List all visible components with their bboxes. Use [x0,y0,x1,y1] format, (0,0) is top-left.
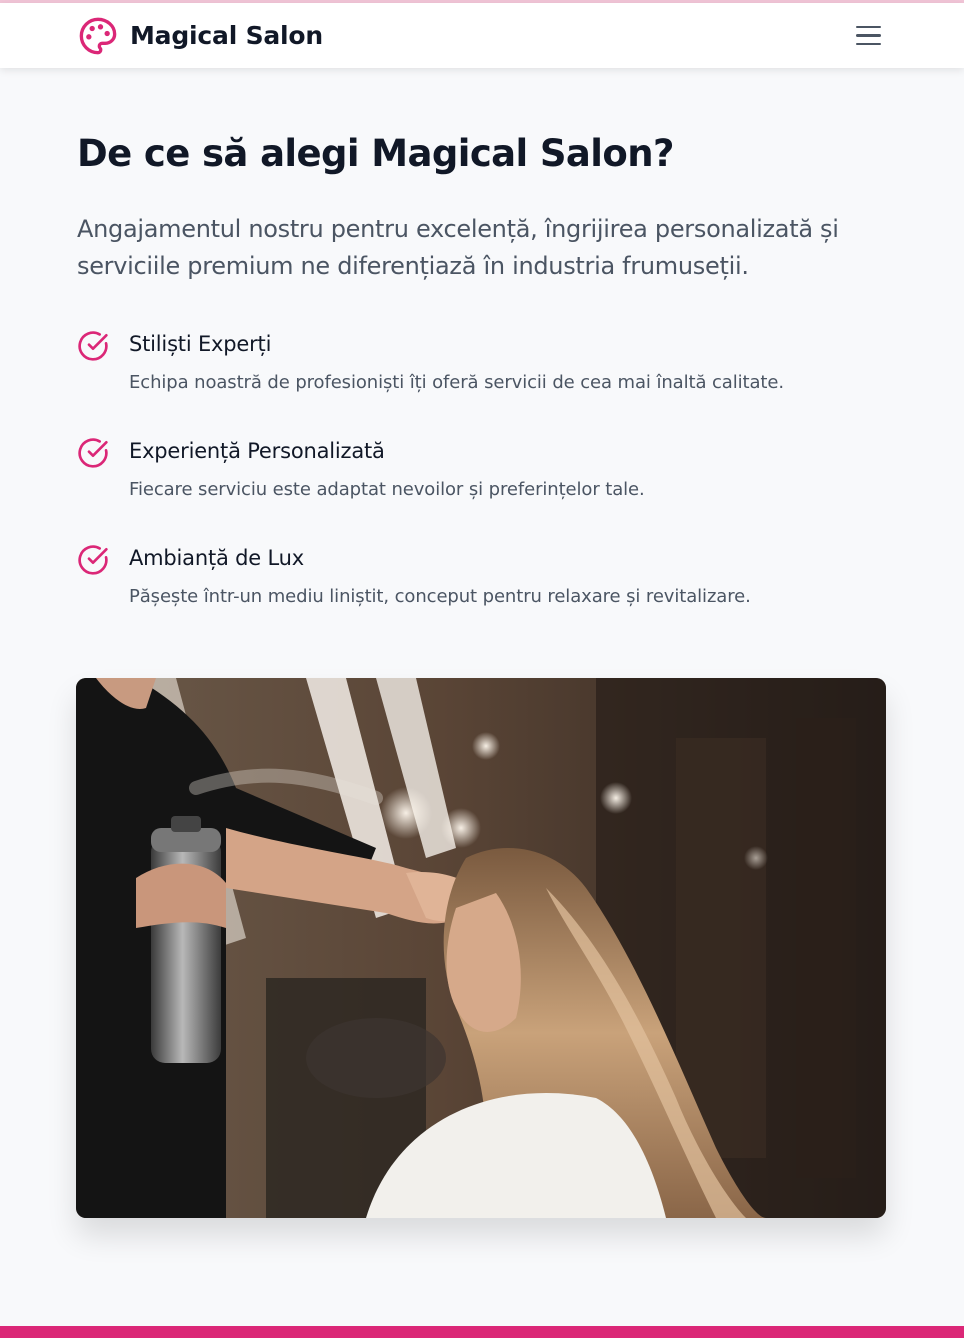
hamburger-menu-icon[interactable] [856,21,886,51]
feature-text: Echipa noastră de profesioniști îți ofer… [129,372,784,393]
salon-photo [76,678,886,1218]
brand-logo-link[interactable]: Magical Salon [78,16,323,56]
section-title: De ce să alegi Magical Salon? [77,132,674,175]
palette-icon [79,17,117,54]
feature-list: Stiliști Experți Echipa noastră de profe… [77,330,887,651]
feature-title: Ambianță de Lux [129,546,304,570]
menu-line [856,42,881,46]
feature-title: Stiliști Experți [129,332,272,356]
salon-photo-illustration [76,678,886,1218]
brand-name: Magical Salon [130,21,323,50]
feature-text: Fiecare serviciu este adaptat nevoilor ș… [129,479,645,500]
check-circle-icon [78,331,108,361]
feature-item: Stiliști Experți Echipa noastră de profe… [77,330,887,437]
feature-title: Experiență Personalizată [129,439,385,463]
site-header: Magical Salon [0,3,964,68]
feature-item: Ambianță de Lux Pășește într-un mediu li… [77,544,887,651]
check-circle-icon [78,438,108,468]
check-circle-icon [78,545,108,575]
menu-line [856,34,881,37]
why-choose-section: De ce să alegi Magical Salon? Angajament… [77,130,887,651]
feature-text: Pășește într-un mediu liniștit, conceput… [129,586,751,607]
section-lead: Angajamentul nostru pentru excelență, în… [77,215,839,280]
footer-accent-bar [0,1326,964,1338]
feature-item: Experiență Personalizată Fiecare servici… [77,437,887,544]
menu-line [856,25,881,29]
